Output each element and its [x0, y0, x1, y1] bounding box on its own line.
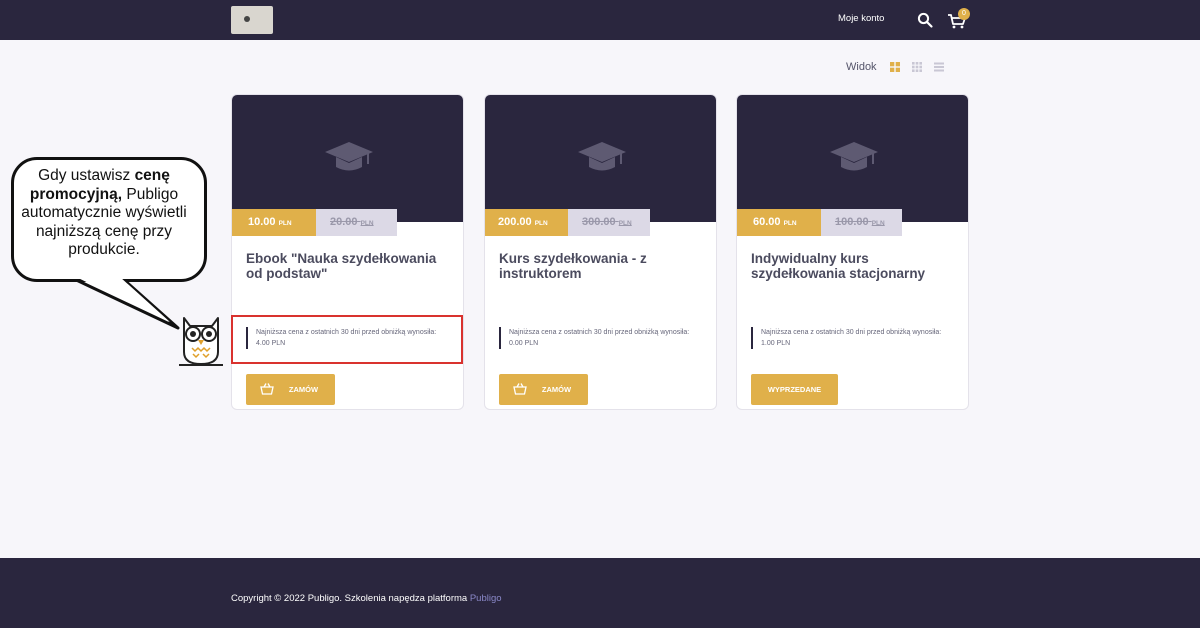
regular-price: 100.00 PLN — [821, 209, 902, 236]
product-title[interactable]: Kurs szydełkowania - z instruktorem — [499, 251, 704, 281]
grid-large-view-icon[interactable] — [890, 62, 900, 72]
product-title[interactable]: Ebook "Nauka szydełkowania od podstaw" — [246, 251, 451, 281]
cart-count-badge: 0 — [958, 8, 970, 20]
order-button[interactable]: ZAMÓW — [246, 374, 335, 405]
order-button-label: ZAMÓW — [288, 385, 319, 394]
callout-text: Gdy ustawisz cenę promocyjną, Publigo au… — [21, 167, 187, 258]
order-button-label: ZAMÓW — [541, 385, 572, 394]
product-image-placeholder — [485, 95, 716, 222]
order-button[interactable]: ZAMÓW — [499, 374, 588, 405]
product-title[interactable]: Indywidualny kurs szydełkowania stacjona… — [751, 251, 956, 281]
lowest-price-note: Najniższa cena z ostatnich 30 dni przed … — [499, 327, 704, 349]
copyright-text: Copyright © 2022 Publigo. Szkolenia napę… — [231, 593, 502, 604]
product-image-placeholder — [737, 95, 968, 222]
graduation-cap-icon — [325, 142, 373, 171]
grid-small-view-icon[interactable] — [912, 62, 922, 72]
basket-icon — [260, 383, 274, 395]
regular-price: 20.00 PLN — [316, 209, 397, 236]
lowest-price-highlight-frame — [231, 315, 463, 364]
promo-price: 200.00 PLN — [485, 209, 568, 236]
product-image-placeholder — [232, 95, 463, 222]
site-logo[interactable] — [231, 6, 273, 34]
sold-out-button-label: WYPRZEDANE — [767, 385, 822, 394]
product-card[interactable]: 60.00 PLN 100.00 PLN Indywidualny kurs s… — [736, 94, 969, 410]
sold-out-button[interactable]: WYPRZEDANE — [751, 374, 838, 405]
product-card[interactable]: 200.00 PLN 300.00 PLN Kurs szydełkowania… — [484, 94, 717, 410]
graduation-cap-icon — [578, 142, 626, 171]
list-view-icon[interactable] — [934, 62, 944, 72]
view-label: Widok — [846, 61, 877, 73]
footer — [0, 558, 1200, 628]
publigo-footer-link[interactable]: Publigo — [470, 593, 502, 604]
promo-price: 60.00 PLN — [737, 209, 821, 236]
lowest-price-note: Najniższa cena z ostatnich 30 dni przed … — [751, 327, 956, 349]
my-account-link[interactable]: Moje konto — [838, 13, 884, 24]
promo-price: 10.00 PLN — [232, 209, 316, 236]
graduation-cap-icon — [830, 142, 878, 171]
owl-mascot-icon — [179, 317, 223, 366]
regular-price: 300.00 PLN — [568, 209, 650, 236]
basket-icon — [513, 383, 527, 395]
search-icon[interactable] — [916, 11, 934, 29]
